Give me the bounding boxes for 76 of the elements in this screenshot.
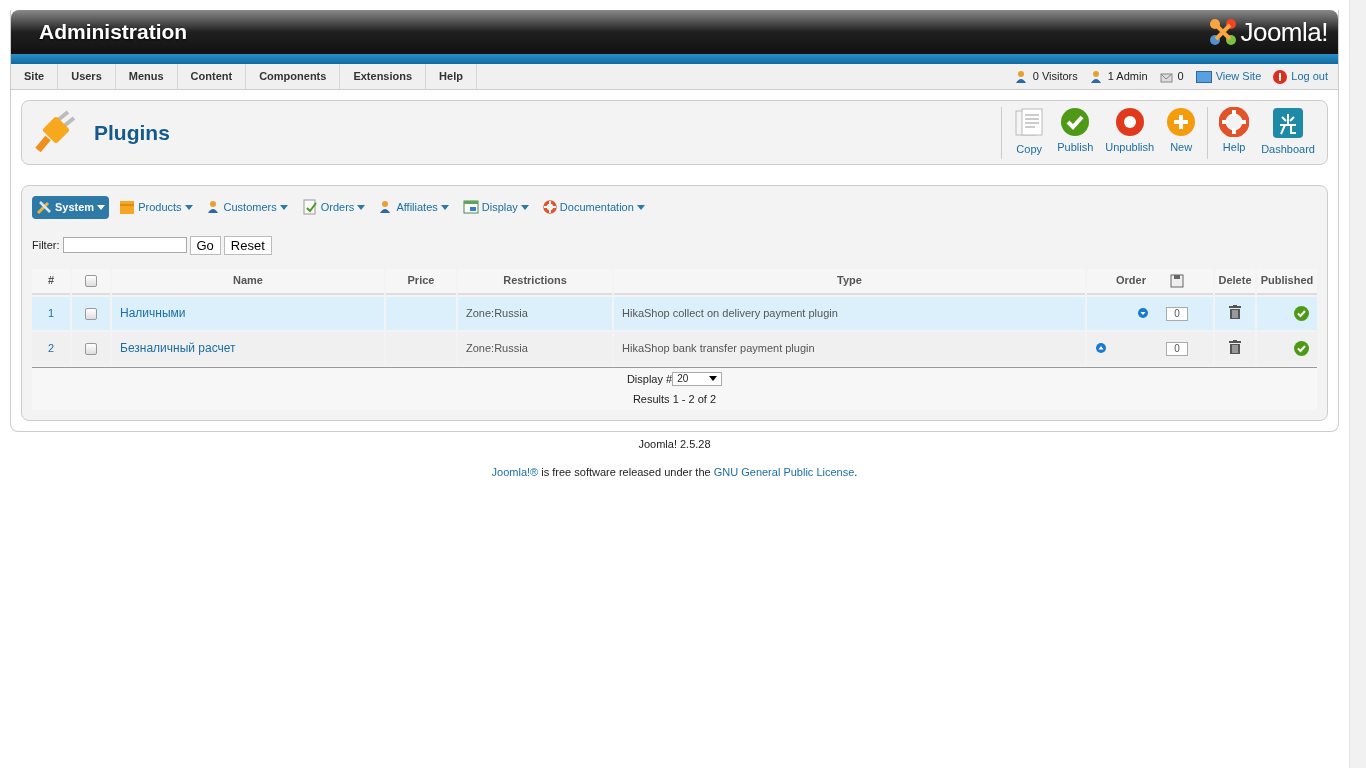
dashboard-icon (1272, 106, 1305, 139)
reset-button[interactable]: Reset (223, 235, 272, 255)
row-checkbox[interactable] (85, 342, 97, 355)
lifebuoy-icon (1219, 106, 1250, 137)
up-arrow-icon[interactable] (1096, 343, 1106, 353)
order-field[interactable]: 0 (1166, 306, 1188, 321)
go-button[interactable]: Go (189, 235, 221, 255)
status-link[interactable]: Log out (1291, 68, 1328, 85)
column-header: Order (1116, 273, 1146, 289)
window-title: Administration (39, 19, 188, 45)
filter-label: Filter: (32, 237, 60, 253)
plugin-name-link[interactable]: Безналичный расчет (120, 341, 236, 355)
check-icon[interactable] (1294, 341, 1309, 357)
check-icon[interactable] (1294, 306, 1309, 322)
status-text: 0 (1177, 69, 1184, 85)
table-cell: HikaShop collect on delivery payment plugin (622, 306, 838, 319)
row-checkbox[interactable] (85, 307, 97, 320)
status-link[interactable]: View Site (1215, 68, 1262, 85)
license-text: Joomla!® is free software released under the GNU General Public License. (490, 465, 859, 480)
table-cell: HikaShop bank transfer payment plugin (622, 341, 815, 354)
box-icon (119, 199, 136, 216)
menu-item[interactable]: Site (11, 64, 59, 89)
submenu-button[interactable]: Display (458, 196, 533, 219)
plus-icon (1166, 106, 1197, 137)
menu-item[interactable]: Menus (115, 64, 178, 89)
check-icon (1060, 106, 1091, 137)
table-cell: Zone:Russia (466, 306, 528, 319)
document-icon (301, 199, 318, 216)
plugin-name-link[interactable]: Наличными (120, 306, 186, 320)
table-cell: Zone:Russia (466, 341, 528, 354)
window-icon (462, 199, 479, 216)
monitor-icon (1195, 70, 1212, 83)
logo-text: Joomla! (1240, 15, 1328, 49)
record-icon (1114, 106, 1145, 137)
tools-icon (36, 199, 52, 216)
status-text: 0 Visitors (1032, 69, 1078, 85)
toolbar-button[interactable]: Help (1213, 106, 1256, 159)
toolbar-button[interactable]: Unpublish (1099, 106, 1161, 159)
row-number: 2 (47, 341, 55, 354)
submenu-button[interactable]: Products (115, 196, 197, 219)
joomla-logo-icon (1208, 17, 1239, 47)
users-icon (1014, 69, 1029, 84)
status-text: 1 Admin (1107, 69, 1148, 85)
submenu-button[interactable]: Customers (202, 196, 292, 219)
trash-icon[interactable] (1229, 339, 1241, 354)
display-label: Display # (626, 371, 673, 387)
license-link[interactable]: Joomla!® (491, 466, 539, 478)
save-icon (1170, 273, 1184, 288)
toolbar-button[interactable]: Copy (1007, 106, 1052, 159)
submenu-button[interactable]: Documentation (538, 196, 649, 219)
toolbar-button[interactable]: New (1160, 106, 1203, 159)
submenu-button[interactable]: System (32, 196, 110, 219)
lifebuoy-icon (542, 200, 557, 215)
scrollbar[interactable] (1349, 0, 1366, 768)
menu-item[interactable]: Users (58, 64, 116, 89)
user-icon (1089, 69, 1104, 84)
version-text: Joomla! 2.5.28 (638, 437, 711, 450)
display-select[interactable]: 20 (672, 371, 723, 386)
menu-item[interactable]: Extensions (340, 64, 427, 89)
order-field[interactable]: 0 (1166, 341, 1188, 356)
menu-item[interactable]: Help (426, 64, 477, 89)
trash-icon[interactable] (1229, 304, 1241, 319)
select-all-checkbox[interactable] (85, 275, 97, 288)
menu-item[interactable]: Content (177, 64, 247, 89)
alert-icon (1273, 69, 1288, 84)
results-text: Results 1 - 2 of 2 (632, 393, 717, 405)
submenu-button[interactable]: Affiliates (375, 196, 453, 219)
copy-icon (1013, 106, 1046, 139)
toolbar-button[interactable]: Dashboard (1255, 106, 1321, 159)
users-icon (206, 200, 221, 215)
page-title: Plugins (94, 119, 170, 146)
menu-item[interactable]: Components (246, 64, 341, 89)
filter-field[interactable] (62, 237, 187, 253)
submenu-button[interactable]: Orders (297, 196, 370, 219)
row-number: 1 (47, 306, 55, 319)
toolbar-button[interactable]: Publish (1051, 106, 1100, 159)
